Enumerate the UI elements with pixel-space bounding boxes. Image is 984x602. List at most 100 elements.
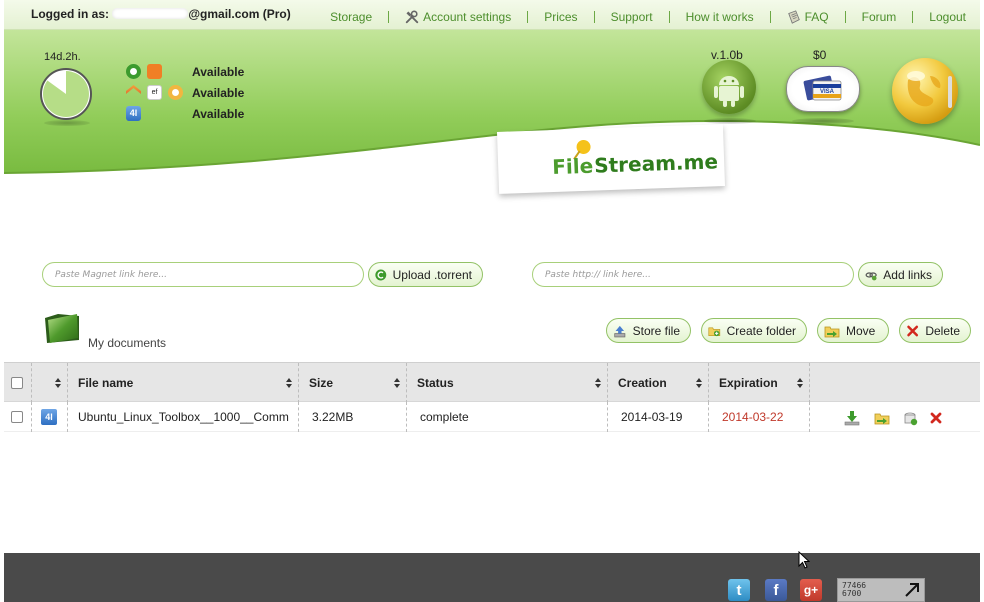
login-prefix: Logged in as: (31, 7, 109, 21)
delete-file-icon[interactable] (928, 410, 944, 426)
create-folder-icon (708, 327, 721, 336)
table-header: File name Size Status Creation Expiratio… (4, 362, 980, 403)
android-icon (714, 76, 744, 107)
nav-logout-label[interactable]: Logout (929, 10, 966, 24)
type-column-header[interactable] (32, 363, 68, 403)
size-cell: 3.22MB (299, 402, 407, 432)
folder-icon[interactable] (44, 310, 80, 344)
nav-support[interactable]: Support (611, 10, 653, 24)
nav-forum[interactable]: Forum (862, 10, 897, 24)
filestream-logo[interactable]: File Stream.me (496, 124, 726, 194)
facebook-icon[interactable]: f (765, 579, 787, 601)
expiration-cell: 2014-03-22 (709, 402, 810, 432)
payment-button[interactable]: VISA (786, 66, 860, 112)
file-table: File name Size Status Creation Expiratio… (4, 362, 980, 432)
sort-icon (696, 378, 702, 388)
nav-account-settings-label[interactable]: Account settings (423, 10, 511, 24)
logo-graphic: File Stream.me (552, 139, 718, 179)
login-status: Logged in as: @gmail.com (Pro) (31, 7, 291, 21)
add-links-button[interactable]: Add links (858, 262, 943, 287)
creation-header-label[interactable]: Creation (618, 376, 667, 390)
size-header-label[interactable]: Size (309, 376, 333, 390)
android-button-shadow (704, 118, 756, 124)
filename-column-header[interactable]: File name (68, 363, 299, 403)
size-text: 3.22MB (312, 410, 354, 424)
nav-support-label[interactable]: Support (611, 10, 653, 24)
nav-storage-label[interactable]: Storage (330, 10, 372, 24)
creation-text: 2014-03-19 (621, 410, 683, 424)
creation-column-header[interactable]: Creation (608, 363, 709, 403)
expiration-text: 2014-03-22 (722, 410, 784, 424)
filename-header-label[interactable]: File name (78, 376, 133, 390)
upload-torrent-label[interactable]: Upload .torrent (393, 268, 472, 282)
service-status: Available (192, 106, 245, 121)
store-file-button[interactable]: Store file (606, 318, 691, 343)
faq-icon (787, 10, 800, 24)
sort-icon (797, 378, 803, 388)
folder-label[interactable]: My documents (88, 336, 166, 350)
nav-separator (388, 11, 390, 23)
svg-text:VISA: VISA (820, 89, 835, 95)
quota-pie-chart (40, 68, 92, 120)
status-header-label[interactable]: Status (417, 376, 454, 390)
premium-globe-button[interactable] (892, 58, 958, 124)
size-column-header[interactable]: Size (299, 363, 407, 403)
create-folder-button[interactable]: Create folder (701, 318, 807, 343)
move-file-icon[interactable] (874, 410, 890, 426)
4l-icon: 4l (41, 409, 57, 425)
quota-label: 14d.2h. (44, 51, 81, 63)
row-checkbox[interactable] (11, 411, 23, 423)
rename-icon[interactable] (902, 410, 918, 426)
redacted-email (112, 8, 189, 19)
move-label[interactable]: Move (846, 324, 875, 338)
http-link-input[interactable] (532, 262, 854, 287)
nav-separator (912, 11, 914, 23)
login-email-suffix: @gmail.com (Pro) (188, 7, 291, 21)
download-icon[interactable] (844, 410, 860, 426)
expiration-header-label[interactable]: Expiration (719, 376, 778, 390)
wrench-icon (405, 10, 419, 24)
nav-account-settings[interactable]: Account settings (405, 10, 511, 24)
store-file-label[interactable]: Store file (633, 324, 680, 338)
creation-cell: 2014-03-19 (608, 402, 709, 432)
upload-torrent-button[interactable]: Upload .torrent (368, 262, 483, 287)
store-file-icon (614, 325, 626, 337)
nav-storage[interactable]: Storage (330, 10, 372, 24)
nav-prices-label[interactable]: Prices (544, 10, 577, 24)
nav-faq[interactable]: FAQ (787, 10, 829, 24)
filestream-icon (126, 64, 141, 79)
sort-icon (595, 378, 601, 388)
filename-text[interactable]: Ubuntu_Linux_Toolbox__1000__Comm (78, 410, 289, 424)
table-row[interactable]: 4l Ubuntu_Linux_Toolbox__1000__Comm 3.22… (4, 402, 980, 432)
select-all-checkbox[interactable] (11, 377, 23, 389)
select-all-cell (4, 363, 32, 403)
service-row-2: ef Available (126, 85, 244, 100)
delete-label[interactable]: Delete (925, 324, 960, 338)
expiration-column-header[interactable]: Expiration (709, 363, 810, 403)
android-app-button[interactable] (702, 60, 756, 114)
filename-cell[interactable]: Ubuntu_Linux_Toolbox__1000__Comm (68, 402, 299, 432)
nav-how-it-works[interactable]: How it works (686, 10, 754, 24)
logo-text-stream: Stream.me (594, 149, 718, 177)
service-status: Available (192, 64, 245, 79)
google-plus-icon[interactable]: g+ (800, 579, 822, 601)
magnet-link-input[interactable] (42, 262, 364, 287)
ef-icon: ef (147, 85, 162, 100)
status-cell: complete (407, 402, 608, 432)
move-icon (824, 326, 840, 337)
move-button[interactable]: Move (817, 318, 889, 343)
create-folder-label[interactable]: Create folder (727, 324, 796, 338)
visitor-counter[interactable]: 77466 6700 (837, 578, 925, 602)
nav-faq-label[interactable]: FAQ (805, 10, 829, 24)
nav-forum-label[interactable]: Forum (862, 10, 897, 24)
nav-prices[interactable]: Prices (544, 10, 577, 24)
delete-button[interactable]: Delete (899, 318, 971, 343)
link-icon (865, 271, 877, 280)
status-column-header[interactable]: Status (407, 363, 608, 403)
nav-logout[interactable]: Logout (929, 10, 966, 24)
torrent-icon (375, 269, 387, 280)
nav-separator (527, 11, 529, 23)
add-links-label[interactable]: Add links (883, 268, 932, 282)
nav-how-it-works-label[interactable]: How it works (686, 10, 754, 24)
twitter-icon[interactable]: t (728, 579, 750, 601)
